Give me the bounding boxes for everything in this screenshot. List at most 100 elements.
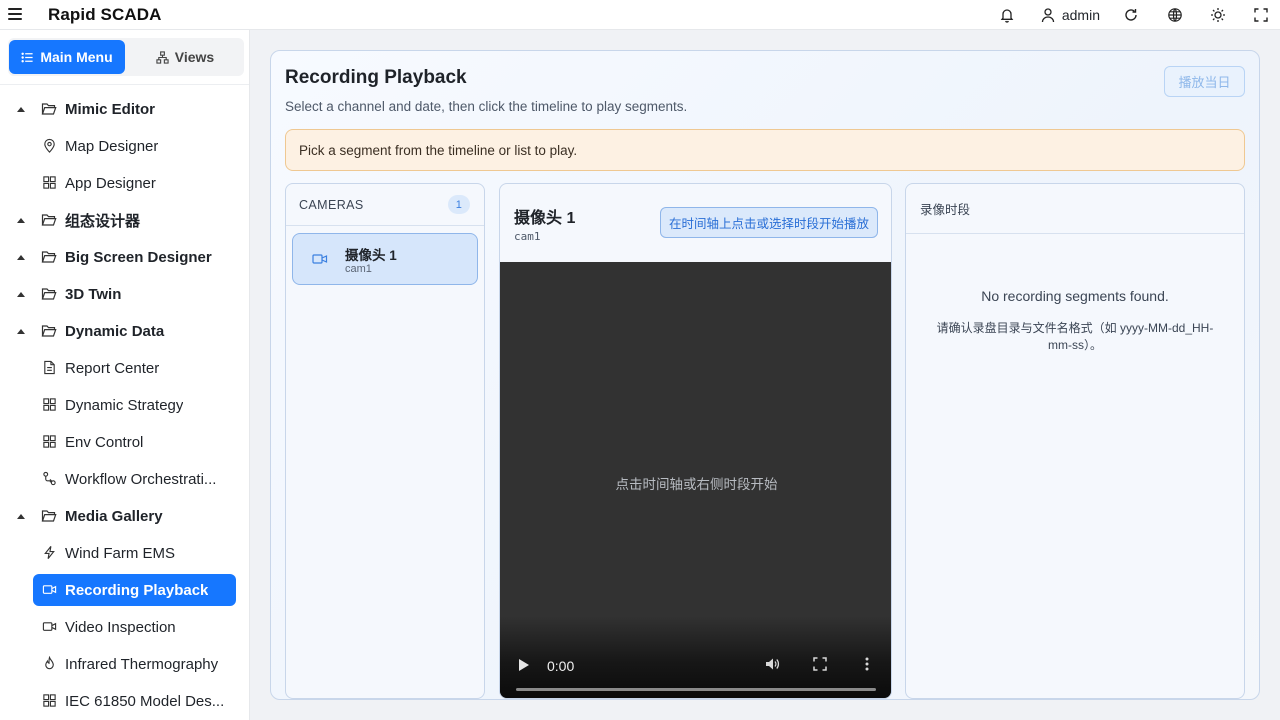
sidebar-item-label: Report Center — [65, 359, 160, 377]
sidebar-item-label: 组态设计器 — [65, 212, 141, 230]
caret-up-icon[interactable] — [17, 217, 25, 223]
map-pin-icon — [44, 138, 55, 153]
bell-icon[interactable] — [996, 4, 1018, 26]
camera-name: 摄像头 1 — [345, 248, 397, 263]
sidebar-item-label: Dynamic Data — [65, 322, 165, 340]
sidebar-item-3d-twin[interactable]: 3D Twin — [0, 278, 249, 310]
folder-open-icon — [41, 103, 57, 115]
flame-icon — [45, 656, 54, 670]
segments-note: 请确认录盘目录与文件名格式（如 yyyy-MM-dd_HH-mm-ss）。 — [936, 321, 1214, 352]
segments-header-label: 录像时段 — [920, 203, 971, 217]
sidebar-item-recording-playback[interactable]: Recording Playback — [33, 574, 236, 606]
sidebar-item-workflow-orchestration[interactable]: Workflow Orchestrati... — [0, 463, 249, 495]
sidebar-item-app-designer[interactable]: App Designer — [0, 167, 249, 199]
sidebar-item-report-center[interactable]: Report Center — [0, 352, 249, 384]
grid-icon — [43, 435, 56, 448]
user-name: admin — [1061, 7, 1100, 23]
sidebar-item-label: App Designer — [65, 174, 156, 192]
sidebar-item-map-designer[interactable]: Map Designer — [0, 130, 249, 162]
video-icon — [312, 254, 328, 264]
caret-up-icon[interactable] — [17, 328, 25, 334]
sidebar-item-label: Mimic Editor — [65, 100, 156, 118]
fullscreen-icon[interactable] — [813, 657, 827, 671]
sidebar-item-label: IEC 61850 Model Des... — [65, 692, 225, 710]
user-icon — [1041, 8, 1055, 23]
caret-up-icon[interactable] — [17, 106, 25, 112]
video-placeholder-text: 点击时间轴或右侧时段开始 — [615, 477, 778, 492]
video-time: 0:00 — [547, 658, 575, 674]
sidebar-item-label: 3D Twin — [65, 285, 122, 303]
sidebar: Main Menu Views Mimic Editor Map Designe… — [0, 30, 250, 720]
grid-icon — [43, 176, 56, 189]
caret-up-icon[interactable] — [17, 254, 25, 260]
more-vertical-icon[interactable] — [862, 656, 872, 672]
sidebar-item-dynamic-strategy[interactable]: Dynamic Strategy — [0, 389, 249, 421]
tab-main-menu[interactable]: Main Menu — [9, 40, 125, 74]
refresh-icon[interactable] — [1120, 4, 1142, 26]
folder-open-icon — [41, 510, 57, 522]
volume-icon[interactable] — [764, 656, 780, 672]
sidebar-item-label: Wind Farm EMS — [65, 544, 176, 562]
play-today-button[interactable]: 播放当日 — [1164, 66, 1245, 97]
player-title: 摄像头 1 — [514, 210, 576, 227]
globe-icon[interactable] — [1164, 4, 1186, 26]
cameras-panel: CAMERAS 1 摄像头 1 cam1 — [285, 183, 485, 699]
sidebar-item-label: Env Control — [65, 433, 144, 451]
sidebar-item-wind-farm-ems[interactable]: Wind Farm EMS — [0, 537, 249, 569]
sidebar-item-mimic-editor[interactable]: Mimic Editor — [0, 93, 249, 125]
caret-up-icon[interactable] — [17, 513, 25, 519]
play-icon[interactable] — [519, 659, 529, 671]
hamburger-menu-icon[interactable] — [8, 7, 22, 21]
sidebar-item-label: Infrared Thermography — [65, 655, 219, 673]
recording-playback-panel: Recording Playback Select a channel and … — [270, 50, 1260, 700]
sidebar-item-media-gallery[interactable]: Media Gallery — [0, 500, 249, 532]
info-alert: Pick a segment from the timeline or list… — [285, 129, 1245, 171]
fullscreen-icon[interactable] — [1250, 4, 1272, 26]
segments-panel: 录像时段 No recording segments found. 请确认录盘目… — [905, 183, 1245, 699]
video-player[interactable]: 点击时间轴或右侧时段开始 0:00 — [500, 262, 891, 698]
sidebar-item-label: Map Designer — [65, 137, 159, 155]
video-icon — [42, 585, 57, 594]
sidebar-tabs: Main Menu Views — [8, 38, 244, 76]
segments-header: 录像时段 — [906, 184, 1244, 234]
workflow-icon — [43, 471, 56, 486]
caret-up-icon[interactable] — [17, 291, 25, 297]
player-panel: 摄像头 1 cam1 在时间轴上点击或选择时段开始播放 点击时间轴或右侧时段开始… — [499, 183, 892, 699]
sidebar-item-label: Dynamic Strategy — [65, 396, 184, 414]
header-actions: admin — [996, 0, 1280, 30]
sun-icon[interactable] — [1207, 4, 1229, 26]
sidebar-item-env-control[interactable]: Env Control — [0, 426, 249, 458]
tab-main-menu-label: Main Menu — [40, 49, 113, 65]
lightning-icon — [44, 546, 55, 559]
sidebar-item-dynamic-data[interactable]: Dynamic Data — [0, 315, 249, 347]
video-progress-bar[interactable] — [516, 688, 876, 691]
sidebar-item-label: Big Screen Designer — [65, 248, 212, 266]
info-alert-text: Pick a segment from the timeline or list… — [299, 142, 578, 158]
sidebar-item-label: Video Inspection — [65, 618, 176, 636]
sidebar-item-video-inspection[interactable]: Video Inspection — [0, 611, 249, 643]
sidebar-item-config-designer[interactable]: 组态设计器 — [0, 204, 249, 236]
sidebar-item-label: Workflow Orchestrati... — [65, 470, 217, 488]
folder-open-icon — [41, 214, 57, 226]
camera-list-item[interactable]: 摄像头 1 cam1 — [292, 233, 478, 285]
cameras-header: CAMERAS 1 — [286, 184, 484, 226]
sitemap-icon — [156, 50, 169, 64]
timeline-hint-button[interactable]: 在时间轴上点击或选择时段开始播放 — [660, 207, 878, 238]
folder-open-icon — [41, 325, 57, 337]
top-bar: Rapid SCADA admin — [0, 0, 1280, 30]
sidebar-item-iec-61850-model-designer[interactable]: IEC 61850 Model Des... — [0, 685, 249, 717]
player-header: 摄像头 1 cam1 在时间轴上点击或选择时段开始播放 — [500, 184, 891, 262]
list-icon — [21, 52, 33, 62]
sidebar-divider — [0, 84, 249, 85]
tab-views[interactable]: Views — [128, 40, 242, 74]
camera-id: cam1 — [345, 263, 372, 275]
tab-views-label: Views — [174, 49, 215, 65]
video-icon — [42, 622, 57, 631]
sidebar-item-big-screen-designer[interactable]: Big Screen Designer — [0, 241, 249, 273]
page-title: Recording Playback — [285, 67, 467, 88]
user-menu[interactable]: admin — [1040, 7, 1100, 23]
sidebar-item-infrared-thermography[interactable]: Infrared Thermography — [0, 648, 249, 680]
folder-open-icon — [41, 288, 57, 300]
folder-open-icon — [41, 251, 57, 263]
segments-empty-message: No recording segments found. — [981, 288, 1169, 304]
